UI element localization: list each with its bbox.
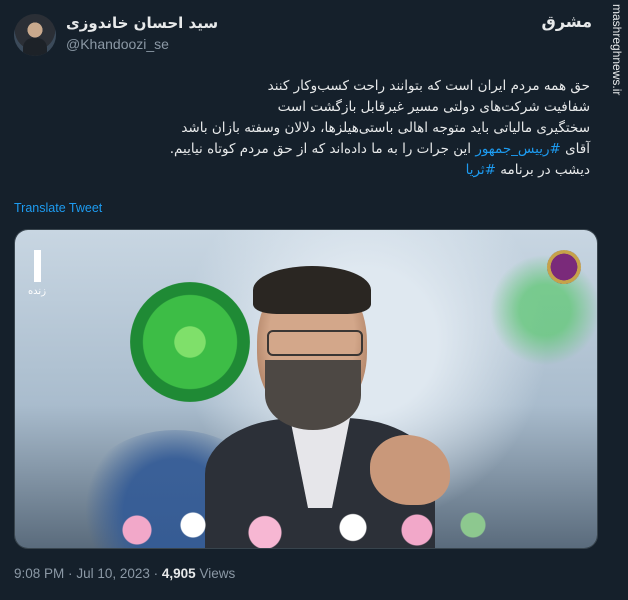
- tweet-media[interactable]: زنده: [14, 229, 598, 549]
- tweet-text-fragment: آقای: [565, 141, 590, 157]
- views-label: Views: [199, 566, 236, 581]
- hashtag-link[interactable]: #رییس_جمهور: [475, 141, 561, 157]
- speaker-hair: [253, 266, 371, 314]
- live-label: زنده: [27, 286, 47, 297]
- live-bar-icon: [33, 250, 41, 282]
- meta-separator: ·: [68, 566, 73, 581]
- tweet-text: حق همه مردم ایران است که بتوانند راحت کس…: [30, 76, 590, 181]
- live-badge: زنده: [27, 250, 47, 297]
- avatar[interactable]: [14, 14, 56, 56]
- tweet-header: سید احسان خاندوزی @Khandoozi_se: [14, 14, 568, 62]
- author-display-name[interactable]: سید احسان خاندوزی: [66, 14, 218, 32]
- tweet-meta: 9:08 PM · Jul 10, 2023 · 4,905 Views: [14, 566, 235, 581]
- site-logo: مشرق: [541, 12, 592, 31]
- tweet-date[interactable]: Jul 10, 2023: [76, 566, 150, 581]
- tweet-time[interactable]: 9:08 PM: [14, 566, 64, 581]
- background-decoration: [485, 250, 597, 370]
- translate-tweet-link[interactable]: Translate Tweet: [14, 201, 102, 215]
- flower-arrangement: [105, 500, 505, 548]
- tweet-text-fragment: این جرات را به ما داده‌اند که از حق مردم…: [169, 141, 472, 157]
- speaker-glasses: [267, 330, 363, 356]
- tweet-line: سختگیری مالیاتی باید متوجه اهالی باستی‌ه…: [181, 120, 590, 136]
- channel-logo-icon: [547, 250, 581, 284]
- tweet-text-fragment: دیشب در برنامه: [500, 162, 590, 178]
- tweet-line: شفافیت شرکت‌های دولتی مسیر غیرقابل بازگش…: [277, 99, 590, 115]
- meta-separator: ·: [153, 566, 159, 581]
- speaker-beard: [265, 360, 361, 430]
- views-count: 4,905: [161, 566, 196, 581]
- tweet-line: آقای #رییس_جمهور این جرات را به ما داده‌…: [30, 139, 590, 160]
- site-watermark: mashreghnews.ir: [610, 4, 624, 96]
- tweet-line: حق همه مردم ایران است که بتوانند راحت کس…: [267, 78, 590, 94]
- author-handle[interactable]: @Khandoozi_se: [66, 36, 169, 52]
- hashtag-link[interactable]: #ثریا: [466, 162, 496, 178]
- tweet-line: دیشب در برنامه #ثریا: [30, 160, 590, 181]
